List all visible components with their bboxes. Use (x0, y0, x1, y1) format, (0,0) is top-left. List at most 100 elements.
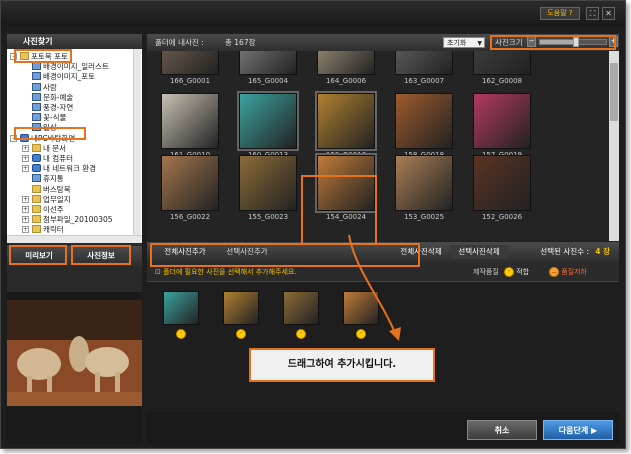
scroll-thumb[interactable] (610, 63, 618, 121)
tree-expander[interactable]: + (22, 206, 29, 213)
tree-expander[interactable]: + (22, 144, 29, 152)
tree-item-label: 업무일지 (43, 194, 71, 204)
photo-thumbnail[interactable]: 164_G0006 (311, 51, 381, 85)
photo-thumbnail[interactable]: 163_G0007 (389, 51, 459, 85)
thumbnail-image (239, 155, 297, 211)
image-folder-icon (32, 92, 41, 101)
photo-thumbnail[interactable]: 166_G0001 (155, 51, 225, 85)
image-folder-icon (32, 62, 41, 71)
tree-item-label: 풍경-자연 (43, 103, 74, 112)
tree-vertical-scrollbar[interactable] (133, 49, 141, 235)
photo-thumbnail[interactable]: 155_G0023 (233, 155, 303, 221)
tree-item-label: 이선주 (43, 205, 64, 214)
quality-bad-label: 품질저하 (561, 268, 587, 276)
photo-thumbnail[interactable]: 162_G0008 (467, 51, 537, 85)
computer-icon (32, 154, 41, 162)
photo-size-slider[interactable] (539, 37, 607, 47)
tree-item-label: 내 문서 (43, 143, 67, 153)
folder-icon (32, 184, 41, 193)
hint-text: ⊡ 폴더에 필요한 사진을 선택해서 추가해주세요. (155, 268, 297, 276)
zoom-in-button[interactable]: + (609, 36, 618, 47)
smiley-good-icon: ᵕ (504, 267, 514, 277)
selected-photo[interactable]: ᵕ (219, 291, 263, 339)
sidebar: 사진찾기 - 포토북 포토 배경이미지_일러스트 배경이미지_포토 사람 문화-예술 풍경-… (7, 34, 142, 444)
title-bar: 도움말 ? ⛶ ✕ (1, 1, 625, 25)
thumbnail-caption: 162_G0008 (481, 77, 523, 85)
tree-item-label: 배경이미지_일러스트 (43, 62, 109, 72)
photo-thumbnail[interactable]: 153_G0025 (389, 155, 459, 221)
photo-thumbnail[interactable]: 156_G0022 (155, 155, 225, 221)
thumbnail-caption: 155_G0023 (247, 213, 289, 221)
selected-count-label: 선택된 사진수 : (540, 247, 589, 256)
quality-good: ᵕ 적합 (504, 262, 529, 282)
tree-item-label: 버스탐북 (43, 184, 71, 194)
tree-expander[interactable]: + (22, 226, 29, 234)
thumbnail-image (239, 51, 297, 75)
tree-expander[interactable]: - (10, 53, 17, 60)
tree-item-label: 첨부파일_20100305 (43, 215, 113, 225)
close-icon[interactable]: ✕ (602, 7, 615, 20)
quality-good-label: 적합 (516, 268, 530, 276)
cancel-button[interactable]: 취소 (467, 420, 537, 440)
thumbnail-caption: 154_G0024 (325, 213, 367, 221)
slider-fill (540, 40, 577, 44)
tree-item-label: 내 네트워크 환경 (43, 164, 97, 174)
photo-thumbnail[interactable]: 158_G0018 (389, 93, 459, 159)
folder-icon (20, 52, 29, 60)
selected-photo-image (283, 291, 319, 325)
sort-select[interactable]: 초기화 ▼ (443, 37, 485, 48)
photo-thumbnail[interactable]: 159_G0016 (311, 91, 381, 159)
chevron-down-icon: ▼ (477, 40, 482, 47)
photo-thumbnail[interactable]: 161_G0010 (155, 93, 225, 159)
thumbnail-caption: 153_G0025 (403, 213, 445, 221)
selected-photo-image (163, 291, 199, 325)
tree-expander[interactable]: + (22, 155, 29, 162)
quality-bad: ︵ 품질저하 (549, 262, 587, 282)
delete-selected-button[interactable]: 선택사진삭제 (450, 245, 508, 259)
thumbnail-caption: 166_G0001 (169, 77, 211, 85)
photo-thumbnail[interactable]: 154_G0024 (311, 153, 381, 221)
restore-icon[interactable]: ⛶ (586, 7, 599, 20)
tree-item-label: 꽃-식물 (43, 113, 67, 123)
folder-icon (32, 205, 41, 213)
selected-photo[interactable]: ᵕ (159, 291, 203, 339)
computer-icon (20, 133, 29, 142)
thumbnail-caption: 156_G0022 (169, 213, 211, 221)
photo-size-label: 사진크기 (495, 38, 523, 47)
photo-thumbnail[interactable]: 157_G0019 (467, 93, 537, 159)
tree-expander[interactable]: + (22, 165, 29, 173)
photo-thumbnail[interactable]: 165_G0004 (233, 51, 303, 85)
photo-gallery: 166_G0001 165_G0004 164_G0006 163_G0007 162_… (147, 51, 609, 241)
tree-expander[interactable]: + (22, 216, 29, 224)
photo-thumbnail[interactable]: 160_G0013 (233, 91, 303, 159)
photo-picker-window: 도움말 ? ⛶ ✕ 사진찾기 - 포토북 포토 배경이미지_일러스트 배경이미지_포토… (0, 0, 626, 449)
thumbnail-image (395, 51, 453, 75)
gallery-scrollbar[interactable] (609, 51, 619, 241)
quality-label: 제작품질 (473, 268, 499, 276)
next-step-button[interactable]: 다음단계 ▶ (543, 420, 613, 440)
smiley-good-icon: ᵕ (176, 329, 186, 339)
tree-horizontal-scrollbar[interactable] (7, 235, 142, 243)
tree-expander[interactable]: + (22, 195, 29, 203)
help-button[interactable]: 도움말 ? (540, 7, 580, 20)
tab-preview[interactable]: 미리보기 (13, 248, 65, 264)
slider-knob[interactable] (573, 37, 580, 47)
tree-item-label: 내 컴퓨터 (43, 154, 73, 163)
quality-indicator: ᵕ (219, 329, 263, 339)
selected-photo-image (223, 291, 259, 325)
add-all-button[interactable]: 전체사진추가 (155, 245, 215, 259)
folder-label: 폴더에 내사진 : (155, 38, 204, 47)
selected-photo[interactable]: ᵕ (279, 291, 323, 339)
add-selected-button[interactable]: 선택사진추가 (217, 245, 277, 259)
thumbnail-image (395, 93, 453, 149)
tree-item-label: 캐릭터 (43, 225, 64, 235)
tab-photo-info[interactable]: 사진정보 (73, 248, 129, 264)
thumbnail-image (161, 155, 219, 211)
tree-expander[interactable]: - (10, 134, 17, 142)
thumbnail-image (473, 93, 531, 149)
tree-item-label: 사람 (43, 82, 57, 92)
zoom-out-button[interactable]: − (527, 36, 536, 47)
thumbnail-image (473, 155, 531, 211)
photo-thumbnail[interactable]: 152_G0026 (467, 155, 537, 221)
image-folder-icon (32, 72, 41, 81)
